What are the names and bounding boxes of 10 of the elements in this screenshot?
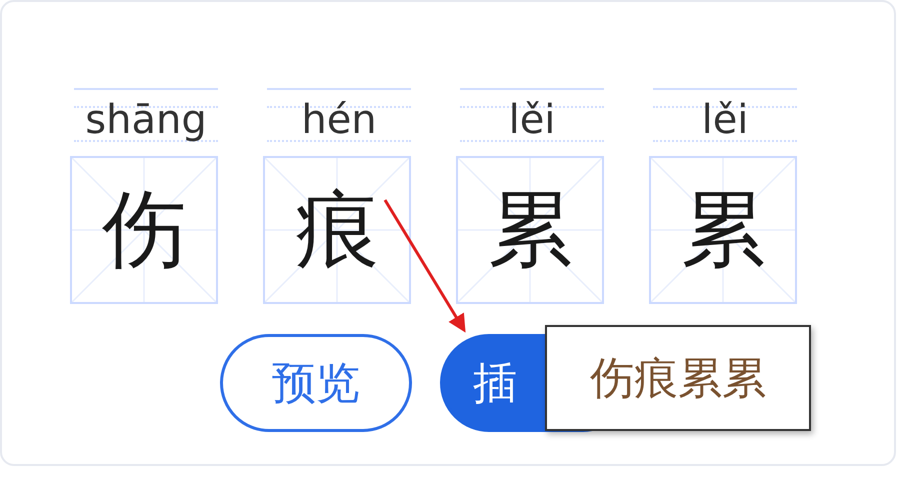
pinyin-text: shāng <box>85 98 207 142</box>
chinese-character: 累 <box>681 183 765 279</box>
tooltip: 伤痕累累 <box>545 325 811 431</box>
chinese-character: 痕 <box>295 183 379 279</box>
pinyin-text: lěi <box>702 98 748 142</box>
preview-button[interactable]: 预览 <box>220 334 412 432</box>
chinese-character: 累 <box>488 183 572 279</box>
chinese-character: 伤 <box>102 183 186 279</box>
pinyin-text: hén <box>301 98 377 142</box>
pinyin-text: lěi <box>508 98 556 142</box>
